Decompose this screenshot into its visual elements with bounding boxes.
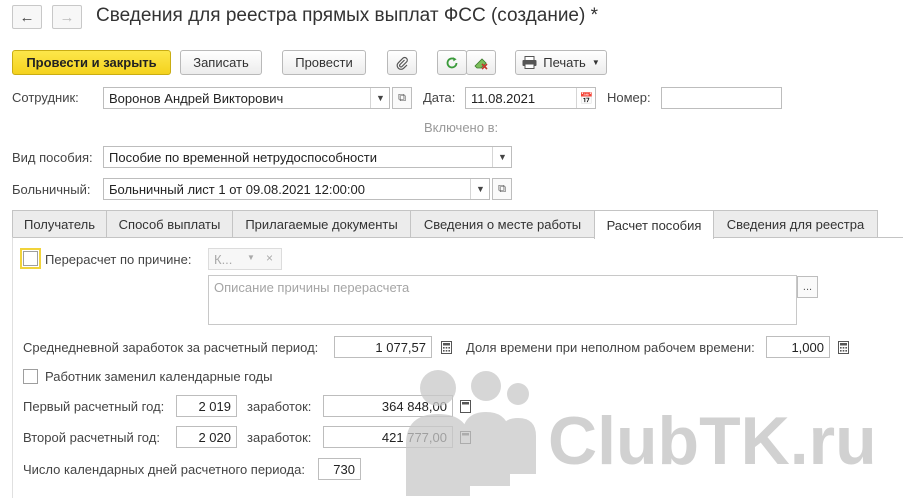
date-value: 11.08.2021: [471, 91, 536, 106]
tab-bar: Получатель Способ выплаты Прилагаемые до…: [12, 210, 903, 239]
benefit-type-dropdown-icon[interactable]: ▼: [492, 147, 511, 167]
year1-label: Первый расчетный год:: [23, 399, 165, 414]
recalc-reason-textarea[interactable]: Описание причины перерасчета: [208, 275, 797, 325]
open-icon: ⧉: [498, 182, 506, 195]
employee-open-button[interactable]: ⧉: [392, 87, 412, 109]
tab-attached-documents[interactable]: Прилагаемые документы: [232, 210, 411, 238]
post-button[interactable]: Провести: [282, 50, 366, 75]
benefit-type-field[interactable]: Пособие по временной нетрудоспособности …: [103, 146, 512, 168]
avg-daily-label: Среднедневной заработок за расчетный пер…: [23, 340, 319, 355]
recalc-label: Перерасчет по причине:: [45, 252, 192, 267]
sick-leave-value: Больничный лист 1 от 09.08.2021 12:00:00: [109, 182, 365, 197]
replaced-years-label: Работник заменил календарные годы: [45, 369, 273, 384]
benefit-type-label: Вид пособия:: [12, 150, 93, 165]
chevron-down-icon: ▼: [591, 58, 600, 67]
sick-leave-field[interactable]: Больничный лист 1 от 09.08.2021 12:00:00…: [103, 178, 490, 200]
calendar-icon[interactable]: 📅: [576, 88, 595, 108]
recalc-more-button[interactable]: ...: [797, 276, 818, 298]
year1-earnings-value: 364 848,00: [381, 399, 447, 414]
days-field[interactable]: 730: [318, 458, 361, 480]
tab-registry-info[interactable]: Сведения для реестра: [713, 210, 878, 238]
days-value: 730: [333, 462, 355, 477]
avg-daily-value: 1 077,57: [375, 340, 426, 355]
year2-earnings-field[interactable]: 421 777,00: [323, 426, 453, 448]
window-title: Сведения для реестра прямых выплат ФСС (…: [96, 5, 598, 26]
year2-earnings-value: 421 777,00: [381, 430, 447, 445]
calculator-icon[interactable]: [834, 336, 852, 358]
recalc-reason-select[interactable]: К... ▼ ×: [208, 248, 282, 270]
employee-value: Воронов Андрей Викторович: [109, 91, 284, 106]
save-button[interactable]: Записать: [180, 50, 262, 75]
year2-earnings-label: заработок:: [247, 430, 312, 445]
year1-earnings-label: заработок:: [247, 399, 312, 414]
chevron-down-icon: ▼: [247, 253, 255, 262]
employee-label: Сотрудник:: [12, 90, 79, 105]
benefit-type-value: Пособие по временной нетрудоспособности: [109, 150, 377, 165]
calculator-icon[interactable]: [456, 426, 474, 448]
year2-field[interactable]: 2 020: [176, 426, 237, 448]
tab-benefit-calculation[interactable]: Расчет пособия: [594, 210, 714, 239]
parttime-value: 1,000: [791, 340, 824, 355]
arrow-left-icon: ←: [19, 8, 35, 26]
year2-value: 2 020: [198, 430, 231, 445]
forward-button[interactable]: →: [52, 5, 82, 29]
calculator-icon[interactable]: [437, 336, 455, 358]
replaced-years-checkbox[interactable]: [23, 369, 38, 384]
attach-button[interactable]: [387, 50, 417, 75]
eraser-icon: [474, 57, 488, 70]
sick-leave-label: Больничный:: [12, 182, 91, 197]
back-button[interactable]: ←: [12, 5, 42, 29]
recalc-checkbox[interactable]: [20, 248, 41, 269]
refresh-icon: [446, 56, 458, 68]
recalc-reason-value: К...: [214, 252, 233, 267]
year1-value: 2 019: [198, 399, 231, 414]
employee-dropdown-icon[interactable]: ▼: [370, 88, 389, 108]
parttime-field[interactable]: 1,000: [766, 336, 830, 358]
year1-field[interactable]: 2 019: [176, 395, 237, 417]
tab-recipient[interactable]: Получатель: [12, 210, 107, 238]
print-button[interactable]: Печать ▼: [515, 50, 607, 75]
number-label: Номер:: [607, 90, 651, 105]
avg-daily-field[interactable]: 1 077,57: [334, 336, 432, 358]
printer-icon: [522, 56, 537, 69]
year1-earnings-field[interactable]: 364 848,00: [323, 395, 453, 417]
refresh-button[interactable]: [437, 50, 467, 75]
paperclip-icon: [396, 56, 408, 70]
post-and-close-button[interactable]: Провести и закрыть: [12, 50, 171, 75]
parttime-label: Доля времени при неполном рабочем времен…: [466, 340, 755, 355]
calculator-icon[interactable]: [456, 395, 474, 417]
clear-x-icon: ×: [266, 251, 274, 265]
sick-leave-open-button[interactable]: ⧉: [492, 178, 512, 200]
print-label: Печать: [543, 55, 586, 70]
clear-button[interactable]: [466, 50, 496, 75]
sick-leave-dropdown-icon[interactable]: ▼: [470, 179, 489, 199]
employee-field[interactable]: Воронов Андрей Викторович ▼: [103, 87, 390, 109]
year2-label: Второй расчетный год:: [23, 430, 160, 445]
date-field[interactable]: 11.08.2021 📅: [465, 87, 596, 109]
days-label: Число календарных дней расчетного период…: [23, 462, 305, 477]
tab-payment-method[interactable]: Способ выплаты: [106, 210, 233, 238]
arrow-right-icon: →: [59, 8, 75, 26]
date-label: Дата:: [423, 90, 456, 105]
included-in-label: Включено в:: [424, 120, 499, 135]
tab-workplace-info[interactable]: Сведения о месте работы: [410, 210, 595, 238]
open-icon: ⧉: [398, 91, 406, 104]
number-field[interactable]: [661, 87, 782, 109]
